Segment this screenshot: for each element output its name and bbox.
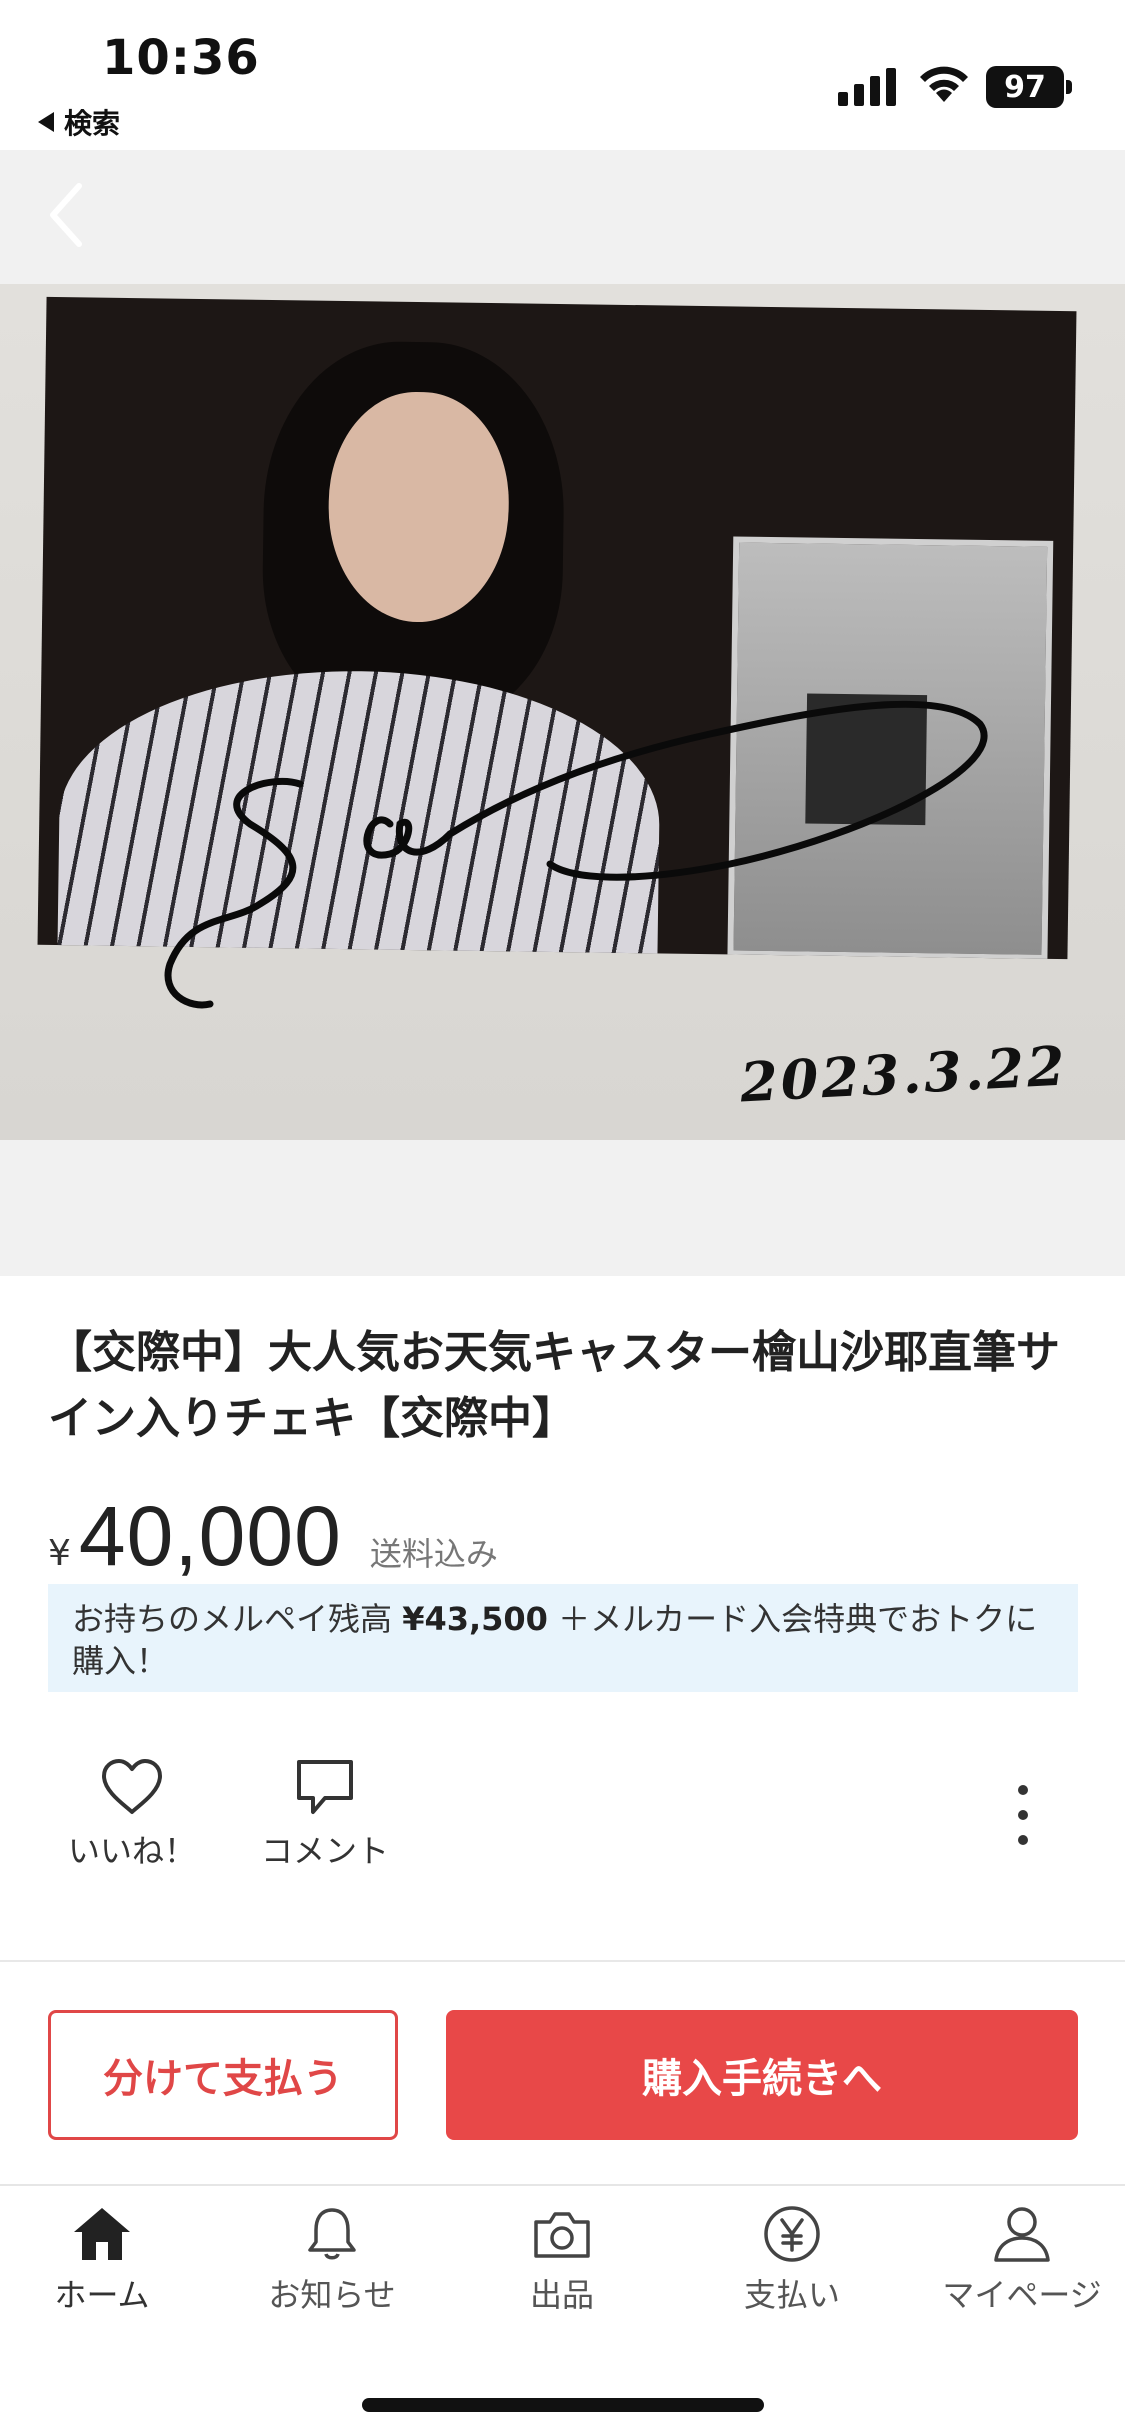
comment-label: コメント bbox=[260, 1832, 389, 1870]
comment-button[interactable]: コメント bbox=[250, 1758, 400, 1872]
split-payment-button[interactable]: 分けて支払う bbox=[48, 2010, 398, 2140]
purchase-button[interactable]: 購入手続きへ bbox=[446, 2010, 1078, 2140]
status-bar: 10:36 検索 97 bbox=[0, 0, 1125, 150]
merpay-prefix: お持ちのメルペイ残高 bbox=[72, 1600, 403, 1638]
merpay-balance-banner[interactable]: お持ちのメルペイ残高 ¥43,500 ＋メルカード入会特典でおトクに購入！ bbox=[48, 1584, 1078, 1692]
like-label: いいね！ bbox=[67, 1832, 196, 1870]
divider bbox=[0, 1960, 1125, 1962]
tab-mypage[interactable]: マイページ bbox=[922, 2204, 1122, 2316]
tab-home[interactable]: ホーム bbox=[2, 2204, 202, 2316]
item-price: 40,000 bbox=[78, 1489, 342, 1583]
yen-circle-icon bbox=[764, 2206, 820, 2262]
comment-icon bbox=[297, 1760, 353, 1814]
more-options-icon[interactable] bbox=[1005, 1785, 1041, 1845]
battery-indicator: 97 bbox=[986, 66, 1064, 108]
autograph-signature bbox=[164, 700, 988, 1009]
price-row: ¥ 40,000 送料込み bbox=[48, 1488, 498, 1585]
chevron-left-icon bbox=[50, 183, 82, 247]
tab-payment[interactable]: 支払い bbox=[692, 2204, 892, 2316]
screen: 10:36 検索 97 2023.3.22 【交際中】大人気お天気キャスター檜山… bbox=[0, 0, 1125, 2436]
tab-sell[interactable]: 出品 bbox=[462, 2204, 662, 2316]
shipping-note: 送料込み bbox=[369, 1535, 498, 1573]
battery-tip bbox=[1066, 80, 1072, 94]
photo-date-handwritten: 2023.3.22 bbox=[738, 1033, 1070, 1115]
wifi-icon bbox=[920, 66, 968, 102]
home-icon bbox=[74, 2208, 130, 2260]
currency-symbol: ¥ bbox=[48, 1533, 71, 1574]
home-indicator[interactable] bbox=[362, 2398, 764, 2412]
back-to-app-label: 検索 bbox=[64, 107, 121, 140]
tab-label-mypage: マイページ bbox=[942, 2276, 1102, 2314]
back-button[interactable] bbox=[30, 175, 100, 255]
item-photo[interactable]: 2023.3.22 bbox=[0, 284, 1125, 1140]
person-icon bbox=[994, 2207, 1050, 2262]
like-button[interactable]: いいね！ bbox=[62, 1758, 202, 1872]
back-triangle-icon bbox=[38, 112, 54, 132]
tab-label-sell: 出品 bbox=[529, 2276, 594, 2314]
bell-icon bbox=[308, 2208, 356, 2260]
camera-icon bbox=[534, 2212, 590, 2258]
merpay-balance-amount: ¥43,500 bbox=[402, 1600, 548, 1638]
item-title: 【交際中】大人気お天気キャスター檜山沙耶直筆サイン入りチェキ【交際中】 bbox=[48, 1327, 1060, 1444]
tab-label-home: ホーム bbox=[54, 2276, 150, 2314]
status-time: 10:36 bbox=[102, 30, 260, 86]
cellular-signal-icon bbox=[838, 66, 896, 106]
tab-label-notifications: お知らせ bbox=[268, 2276, 396, 2314]
back-to-app-link[interactable]: 検索 bbox=[38, 102, 120, 142]
heart-icon bbox=[102, 1759, 162, 1814]
tab-label-payment: 支払い bbox=[743, 2276, 840, 2314]
tab-notifications[interactable]: お知らせ bbox=[232, 2204, 432, 2316]
